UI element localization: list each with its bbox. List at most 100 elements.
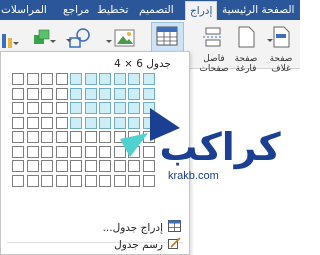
- grid-cell[interactable]: [26, 73, 39, 85]
- grid-cell[interactable]: [113, 174, 126, 187]
- grid-cell[interactable]: [12, 102, 24, 114]
- grid-cell[interactable]: [84, 87, 97, 100]
- grid-cell[interactable]: [84, 116, 97, 129]
- grid-cell[interactable]: [41, 145, 53, 158]
- grid-cell[interactable]: [99, 160, 111, 172]
- chevron-down-icon: [13, 42, 19, 45]
- grid-cell[interactable]: [12, 174, 24, 187]
- grid-cell[interactable]: [99, 73, 111, 85]
- chevron-down-icon: [66, 39, 72, 42]
- grid-cell[interactable]: [12, 116, 24, 129]
- grid-cell[interactable]: [41, 116, 53, 129]
- grid-cell[interactable]: [70, 131, 82, 143]
- grid-cell[interactable]: [41, 160, 53, 172]
- table-button[interactable]: [151, 22, 184, 52]
- tab-design[interactable]: التصميم: [139, 0, 174, 20]
- smartart-icon: [34, 29, 50, 44]
- grid-cell[interactable]: [12, 73, 24, 85]
- grid-cell[interactable]: [84, 145, 97, 158]
- grid-cell[interactable]: [12, 131, 24, 143]
- grid-cell[interactable]: [12, 87, 24, 100]
- grid-cell[interactable]: [113, 73, 126, 85]
- shapes-icon: [69, 28, 90, 48]
- grid-cell[interactable]: [99, 87, 111, 100]
- tab-mailings[interactable]: المراسلات: [1, 0, 47, 20]
- tab-layout[interactable]: تخطيط: [97, 0, 128, 20]
- grid-cell[interactable]: [26, 102, 39, 114]
- grid-cell[interactable]: [84, 131, 97, 143]
- grid-cell[interactable]: [26, 160, 39, 172]
- grid-cell[interactable]: [128, 87, 140, 100]
- cover-page-icon: [273, 26, 290, 48]
- grid-cell[interactable]: [41, 102, 53, 114]
- grid-cell[interactable]: [26, 116, 39, 129]
- grid-cell[interactable]: [26, 145, 39, 158]
- cover-page-button[interactable]: صفحة غلاف: [264, 24, 300, 74]
- insert-table-menu-item[interactable]: إدراج جدول...: [103, 220, 181, 234]
- grid-cell[interactable]: [55, 102, 68, 114]
- grid-cell[interactable]: [70, 87, 82, 100]
- grid-cell[interactable]: [26, 87, 39, 100]
- grid-cell[interactable]: [84, 73, 97, 85]
- page-break-icon: [203, 27, 223, 47]
- ribbon-tab-bar: المراسلات مراجع تخطيط التصميم إدراج الصف…: [0, 0, 300, 23]
- grid-cell[interactable]: [55, 160, 68, 172]
- grid-cell[interactable]: [70, 116, 82, 129]
- draw-table-icon: [168, 237, 181, 253]
- grid-cell[interactable]: [128, 174, 140, 187]
- arrow-cyan-shape: [120, 133, 148, 157]
- grid-cell[interactable]: [99, 174, 111, 187]
- grid-cell[interactable]: [70, 145, 82, 158]
- watermark-domain: krakb.com: [168, 170, 219, 182]
- grid-size-label: جدول 6 × 4: [114, 58, 171, 70]
- grid-cell[interactable]: [84, 160, 97, 172]
- grid-cell[interactable]: [12, 145, 24, 158]
- cover-page-label: صفحة غلاف: [269, 54, 293, 74]
- table-icon: [156, 26, 178, 46]
- page-break-label: فاصل صفحات: [199, 54, 229, 74]
- grid-cell[interactable]: [128, 73, 140, 85]
- blank-page-label: صفحة فارغة: [234, 54, 258, 74]
- draw-table-label: رسم جدول: [114, 239, 163, 251]
- grid-cell[interactable]: [41, 131, 53, 143]
- grid-cell[interactable]: [142, 73, 155, 85]
- tab-references[interactable]: مراجع: [63, 0, 89, 20]
- grid-cell[interactable]: [41, 174, 53, 187]
- grid-cell[interactable]: [99, 131, 111, 143]
- draw-table-menu-item[interactable]: رسم جدول: [114, 237, 181, 251]
- page-break-button[interactable]: فاصل صفحات: [197, 24, 231, 74]
- grid-cell[interactable]: [99, 145, 111, 158]
- grid-cell[interactable]: [12, 160, 24, 172]
- grid-cell[interactable]: [84, 102, 97, 114]
- watermark-brand: كراكب: [159, 125, 281, 169]
- grid-cell[interactable]: [55, 73, 68, 85]
- grid-cell[interactable]: [26, 174, 39, 187]
- grid-cell[interactable]: [55, 131, 68, 143]
- grid-cell[interactable]: [70, 73, 82, 85]
- grid-cell[interactable]: [26, 131, 39, 143]
- chevron-down-icon: [106, 40, 112, 43]
- grid-cell[interactable]: [41, 73, 53, 85]
- grid-cell[interactable]: [55, 116, 68, 129]
- grid-cell[interactable]: [55, 174, 68, 187]
- grid-cell[interactable]: [99, 102, 111, 114]
- grid-cell[interactable]: [70, 102, 82, 114]
- insert-table-icon: [168, 220, 181, 236]
- picture-icon: [114, 29, 135, 47]
- grid-cell[interactable]: [113, 87, 126, 100]
- grid-cell[interactable]: [55, 87, 68, 100]
- grid-cell[interactable]: [70, 174, 82, 187]
- grid-cell[interactable]: [84, 174, 97, 187]
- tab-home[interactable]: الصفحة الرئيسية: [222, 0, 294, 20]
- grid-cell[interactable]: [142, 87, 155, 100]
- chevron-down-icon: [267, 39, 273, 42]
- insert-table-label: إدراج جدول...: [102, 222, 163, 234]
- blank-page-icon: [238, 26, 255, 48]
- grid-cell[interactable]: [55, 145, 68, 158]
- blank-page-button[interactable]: صفحة فارغة: [229, 24, 263, 74]
- grid-cell[interactable]: [99, 116, 111, 129]
- grid-cell[interactable]: [70, 160, 82, 172]
- grid-cell[interactable]: [41, 87, 53, 100]
- chevron-down-icon: [50, 40, 56, 43]
- grid-cell[interactable]: [142, 174, 155, 187]
